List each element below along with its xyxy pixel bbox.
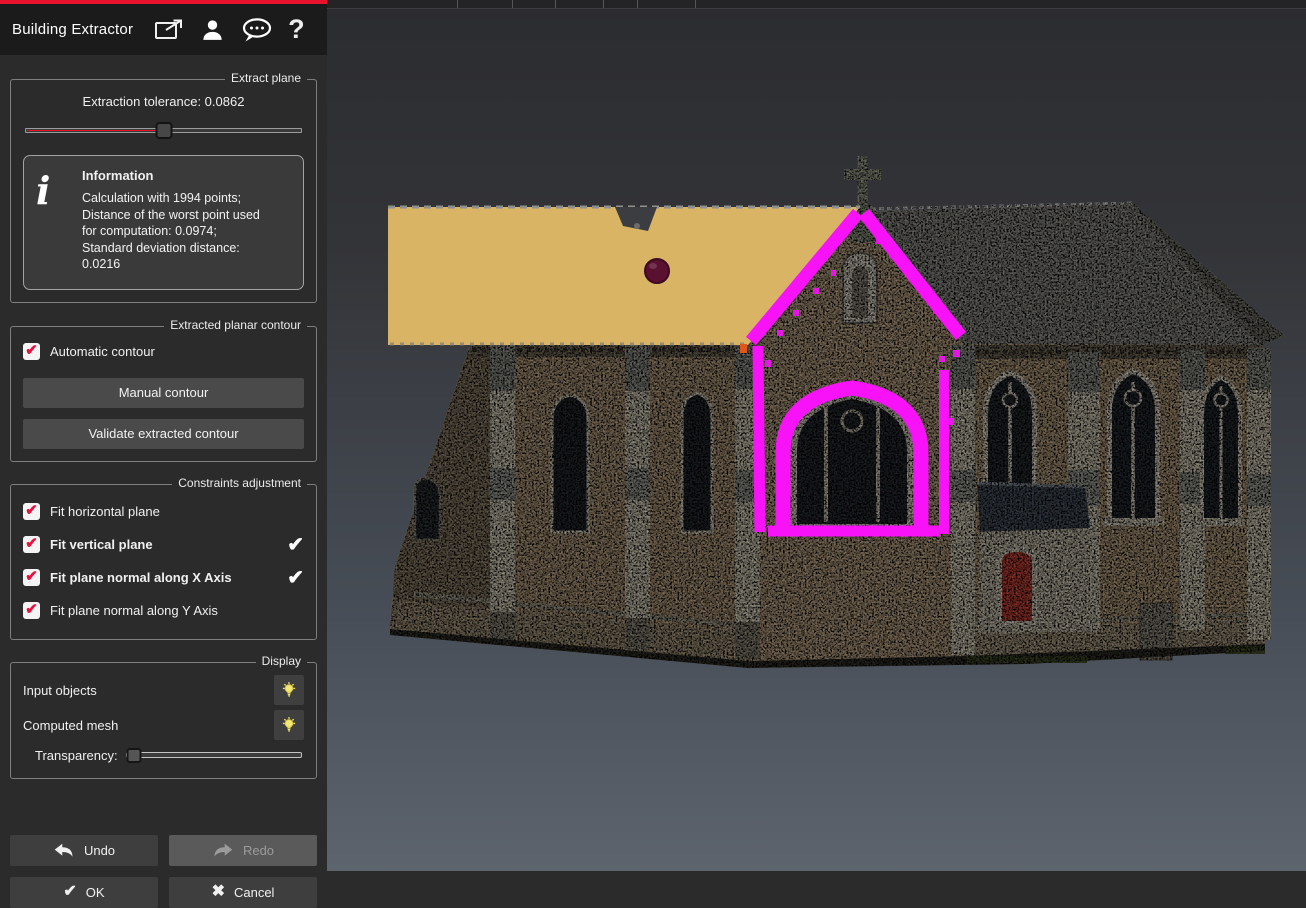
- porch: [977, 483, 1090, 634]
- tool-header: Building Extractor ?: [0, 0, 327, 55]
- constraint-applied-check-icon: ✔: [276, 565, 304, 590]
- cross-icon: ✖: [212, 884, 225, 900]
- extract-plane-group: Extract plane Extraction tolerance: 0.08…: [10, 79, 317, 303]
- action-buttons: Undo Redo ✔ OK ✖ Cancel: [10, 835, 317, 908]
- cancel-button[interactable]: ✖ Cancel: [169, 877, 317, 908]
- gable-niche-recess: [852, 266, 868, 318]
- group-label: Extracted planar contour: [164, 318, 307, 332]
- constraint-label: Fit plane normal along X Axis: [50, 570, 266, 585]
- grass: [1225, 646, 1265, 654]
- check-icon: ✔: [63, 884, 76, 900]
- slider-handle[interactable]: [155, 122, 172, 139]
- extraction-tolerance-label: Extraction tolerance: 0.0862: [23, 94, 304, 109]
- page-title: Building Extractor: [12, 21, 133, 38]
- automatic-contour-label: Automatic contour: [50, 344, 155, 359]
- help-icon[interactable]: ?: [288, 16, 305, 43]
- user-icon[interactable]: [200, 17, 225, 43]
- input-objects-visibility-button[interactable]: [274, 675, 304, 705]
- checkbox-check-icon: ✔: [25, 569, 38, 584]
- picked-point: [645, 259, 669, 283]
- automatic-contour-checkbox[interactable]: ✔: [23, 343, 40, 360]
- group-label: Constraints adjustment: [172, 476, 307, 490]
- computed-mesh-visibility-button[interactable]: [274, 710, 304, 740]
- manual-contour-button[interactable]: Manual contour: [23, 378, 304, 408]
- constraint-label: Fit vertical plane: [50, 537, 266, 552]
- group-label: Display: [256, 654, 307, 668]
- fit-plane-normal-y-checkbox[interactable]: ✔: [23, 602, 40, 619]
- plane-speck: [634, 223, 640, 229]
- grass: [967, 656, 1087, 663]
- input-objects-label: Input objects: [23, 683, 97, 698]
- lightbulb-icon: [280, 680, 298, 700]
- info-icon: i: [36, 168, 82, 273]
- slider-fill: [27, 130, 165, 131]
- info-title: Information: [82, 168, 293, 183]
- display-group: Display Input objects Computed mesh: [10, 662, 317, 779]
- info-line: for computation: 0.0974;: [82, 223, 293, 240]
- redo-button[interactable]: Redo: [169, 835, 317, 866]
- church-point-cloud-scene: [327, 0, 1306, 871]
- group-label: Extract plane: [225, 71, 307, 85]
- redo-arrow-icon: [212, 842, 234, 859]
- info-line: Standard deviation distance:: [82, 240, 293, 257]
- checkbox-check-icon: ✔: [25, 536, 38, 551]
- lightbulb-icon: [280, 715, 298, 735]
- transparency-slider[interactable]: [126, 747, 302, 764]
- info-line: 0.0216: [82, 256, 293, 273]
- checkbox-check-icon: ✔: [25, 602, 38, 617]
- checkbox-check-icon: ✔: [25, 503, 38, 518]
- viewport-top-strip: [327, 0, 1306, 9]
- transparency-label: Transparency:: [35, 748, 118, 763]
- 3d-viewport[interactable]: [327, 0, 1306, 871]
- validate-contour-button[interactable]: Validate extracted contour: [23, 419, 304, 449]
- information-box: i Information Calculation with 1994 poin…: [23, 155, 304, 290]
- checkbox-check-icon: ✔: [25, 343, 38, 358]
- ok-button[interactable]: ✔ OK: [10, 877, 158, 908]
- undo-arrow-icon: [53, 842, 75, 859]
- constraints-adjustment-group: Constraints adjustment ✔ Fit horizontal …: [10, 484, 317, 640]
- info-line: Distance of the worst point used: [82, 207, 293, 224]
- tool-panel: Building Extractor ? Extract: [0, 0, 327, 871]
- extracted-planar-contour-group: Extracted planar contour ✔ Automatic con…: [10, 326, 317, 462]
- computed-mesh-label: Computed mesh: [23, 718, 118, 733]
- extraction-tolerance-slider[interactable]: [25, 122, 302, 141]
- constraint-applied-check-icon: ✔: [276, 532, 304, 557]
- constraint-label: Fit plane normal along Y Axis: [50, 603, 304, 618]
- constraint-label: Fit horizontal plane: [50, 504, 304, 519]
- red-door: [1002, 552, 1032, 621]
- orange-speck: [740, 344, 747, 353]
- feedback-chat-icon[interactable]: [240, 17, 273, 43]
- undo-button[interactable]: Undo: [10, 835, 158, 866]
- fit-vertical-plane-checkbox[interactable]: ✔: [23, 536, 40, 553]
- popout-window-icon[interactable]: [154, 17, 185, 42]
- fit-horizontal-plane-checkbox[interactable]: ✔: [23, 503, 40, 520]
- info-line: Calculation with 1994 points;: [82, 190, 293, 207]
- slider-track[interactable]: [126, 752, 302, 758]
- slider-handle[interactable]: [127, 748, 142, 763]
- fit-plane-normal-x-checkbox[interactable]: ✔: [23, 569, 40, 586]
